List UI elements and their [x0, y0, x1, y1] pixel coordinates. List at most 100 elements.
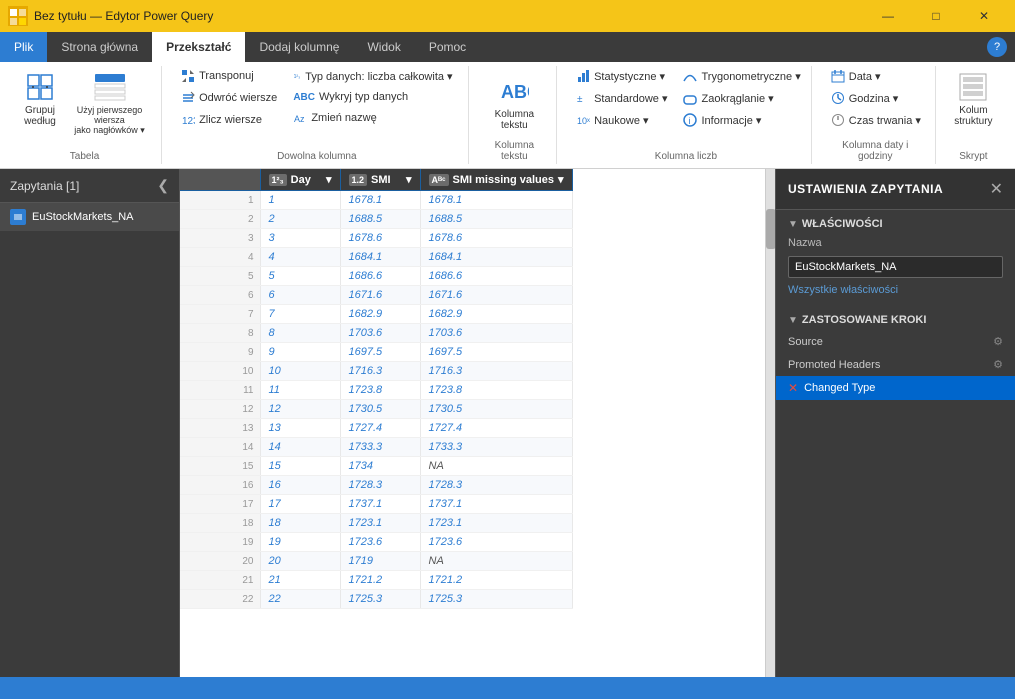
- wykryj-button[interactable]: ABC Wykryj typ danych: [286, 88, 459, 106]
- tab-dodaj-kolumne[interactable]: Dodaj kolumnę: [245, 32, 353, 62]
- cell-smi-missing: 1733.3: [420, 438, 572, 457]
- kolumna-struktury-button[interactable]: Kolumstruktury: [948, 66, 999, 132]
- odwroc-button[interactable]: Odwróć wiersze: [174, 88, 284, 108]
- dowolna-col2: 1²₃ Typ danych: liczba całkowita ▾ ABC W…: [286, 66, 459, 128]
- cell-smi: 1733.3: [340, 438, 420, 457]
- ribbon-group-skrypt: Kolumstruktury Skrypt: [940, 66, 1007, 164]
- steps-list: Source⚙ Promoted Headers ⚙ ✕Changed Type: [776, 330, 1015, 400]
- query-label: EuStockMarkets_NA: [32, 211, 133, 223]
- name-input[interactable]: [788, 256, 1003, 278]
- table-row: 991697.51697.5: [180, 343, 572, 362]
- grupuj-button[interactable]: Grupujwedług: [16, 66, 64, 132]
- col-header-smi-missing[interactable]: Aᴮᶜ SMI missing values ▾: [420, 169, 572, 191]
- cell-day: 10: [260, 362, 340, 381]
- step-item-source[interactable]: Source⚙: [776, 330, 1015, 353]
- table-row: 21211721.21721.2: [180, 571, 572, 590]
- transponuj-icon: [181, 69, 195, 83]
- dowolna-group-label: Dowolna kolumna: [174, 147, 460, 164]
- liczb-group-label: Kolumna liczb: [569, 147, 803, 164]
- collapse-queries-button[interactable]: ❮: [157, 177, 169, 194]
- grid-container[interactable]: 1²₃ Day ▾ 1.2 SMI ▾: [180, 169, 765, 677]
- scroll-bar[interactable]: [765, 169, 775, 677]
- tab-strona-glowna[interactable]: Strona główna: [47, 32, 152, 62]
- svg-text:±: ±: [577, 94, 583, 105]
- minimize-button[interactable]: —: [865, 0, 911, 32]
- cell-day: 17: [260, 495, 340, 514]
- cell-smi: 1721.2: [340, 571, 420, 590]
- trygonometryczne-button[interactable]: Trygonometryczne ▾: [676, 66, 807, 86]
- all-properties-link[interactable]: Wszystkie właściwości: [776, 282, 1015, 298]
- help-button[interactable]: ?: [987, 37, 1007, 57]
- cell-smi: 1730.5: [340, 400, 420, 419]
- zlicz-button[interactable]: 123 Zlicz wiersze: [174, 110, 284, 130]
- trygonometryczne-icon: [683, 69, 697, 83]
- odwroc-icon: [181, 91, 195, 105]
- table-row: 19191723.61723.6: [180, 533, 572, 552]
- kolumna-tekstu-label: Kolumnatekstu: [495, 109, 534, 131]
- settings-panel-header: USTAWIENIA ZAPYTANIA ✕: [776, 169, 1015, 210]
- cell-smi-missing: 1727.4: [420, 419, 572, 438]
- kolumna-struktury-icon: [957, 71, 989, 103]
- cell-smi-missing: 1678.1: [420, 191, 572, 210]
- table-row: 16161728.31728.3: [180, 476, 572, 495]
- naukowe-button[interactable]: 10ˣ Naukowe ▾: [569, 110, 674, 130]
- skrypt-buttons: Kolumstruktury: [948, 66, 999, 147]
- transponuj-button[interactable]: Transponuj: [174, 66, 284, 86]
- data-icon: [831, 69, 845, 83]
- steps-arrow-icon: ▼: [788, 315, 798, 326]
- query-icon: [10, 209, 26, 225]
- row-number: 10: [180, 362, 260, 381]
- godzina-icon: [831, 91, 845, 105]
- cell-smi-missing: 1723.1: [420, 514, 572, 533]
- cell-day: 19: [260, 533, 340, 552]
- naukowe-icon: 10ˣ: [576, 113, 590, 127]
- skrypt-group-label: Skrypt: [948, 147, 999, 164]
- pierwszy-wiersz-button[interactable]: Użyj pierwszego wierszajako nagłówków ▾: [66, 66, 153, 141]
- grupuj-label: Grupujwedług: [24, 105, 56, 127]
- cell-smi-missing: 1688.5: [420, 210, 572, 229]
- zmien-nazwe-icon: Az: [293, 111, 307, 125]
- typ-danych-button[interactable]: 1²₃ Typ danych: liczba całkowita ▾: [286, 66, 459, 86]
- tab-widok[interactable]: Widok: [353, 32, 414, 62]
- zlicz-icon: 123: [181, 113, 195, 127]
- col-header-smi[interactable]: 1.2 SMI ▾: [340, 169, 420, 191]
- ribbon-content: Grupujwedług Użyj pierwszego wierszajako…: [0, 62, 1015, 169]
- step-settings-icon[interactable]: ⚙: [993, 358, 1003, 371]
- trygonometryczne-label: Trygonometryczne ▾: [701, 70, 800, 83]
- kolumna-tekstu-button[interactable]: ABC Kolumnatekstu: [488, 70, 541, 136]
- informacje-button[interactable]: i Informacje ▾: [676, 110, 807, 130]
- standardowe-button[interactable]: ± Standardowe ▾: [569, 88, 674, 108]
- row-number: 3: [180, 229, 260, 248]
- day-dropdown-icon[interactable]: ▾: [326, 173, 332, 186]
- smi-missing-dropdown-icon[interactable]: ▾: [558, 173, 564, 186]
- col-header-day[interactable]: 1²₃ Day ▾: [260, 169, 340, 191]
- zaokraglanie-button[interactable]: Zaokrąglanie ▾: [676, 88, 807, 108]
- step-item-changed-type[interactable]: ✕Changed Type: [776, 376, 1015, 400]
- statystyczne-button[interactable]: Statystyczne ▾: [569, 66, 674, 86]
- tab-pomoc[interactable]: Pomoc: [415, 32, 480, 62]
- close-button[interactable]: ✕: [961, 0, 1007, 32]
- godzina-button[interactable]: Godzina ▾: [824, 88, 928, 108]
- tab-przeksztalc[interactable]: Przekształć: [152, 32, 245, 62]
- step-label: Promoted Headers: [788, 359, 880, 371]
- name-label: Nazwa: [788, 237, 822, 249]
- pierwszy-wiersz-icon: [94, 71, 126, 103]
- data-button[interactable]: Data ▾: [824, 66, 928, 86]
- step-settings-icon[interactable]: ⚙: [993, 335, 1003, 348]
- czas-trwania-button[interactable]: Czas trwania ▾: [824, 110, 928, 130]
- window-title: Bez tytułu — Edytor Power Query: [34, 9, 213, 23]
- step-item-promoted-headers[interactable]: Promoted Headers ⚙: [776, 353, 1015, 376]
- smi-dropdown-icon[interactable]: ▾: [406, 173, 412, 186]
- dowolna-buttons: Transponuj Odwróć wiersze 123 Zlicz: [174, 66, 460, 147]
- ribbon-group-tabela: Grupujwedług Użyj pierwszego wierszajako…: [8, 66, 162, 164]
- pierwszy-wiersz-label: Użyj pierwszego wierszajako nagłówków ▾: [73, 105, 146, 136]
- query-item-eustock[interactable]: EuStockMarkets_NA: [0, 203, 179, 231]
- day-col-label: Day: [291, 174, 311, 186]
- zmien-nazwe-button[interactable]: Az Zmień nazwę: [286, 108, 459, 128]
- close-settings-button[interactable]: ✕: [990, 179, 1003, 199]
- tab-plik[interactable]: Plik: [0, 32, 47, 62]
- cell-smi: 1688.5: [340, 210, 420, 229]
- maximize-button[interactable]: □: [913, 0, 959, 32]
- cell-smi: 1723.8: [340, 381, 420, 400]
- cell-smi: 1719: [340, 552, 420, 571]
